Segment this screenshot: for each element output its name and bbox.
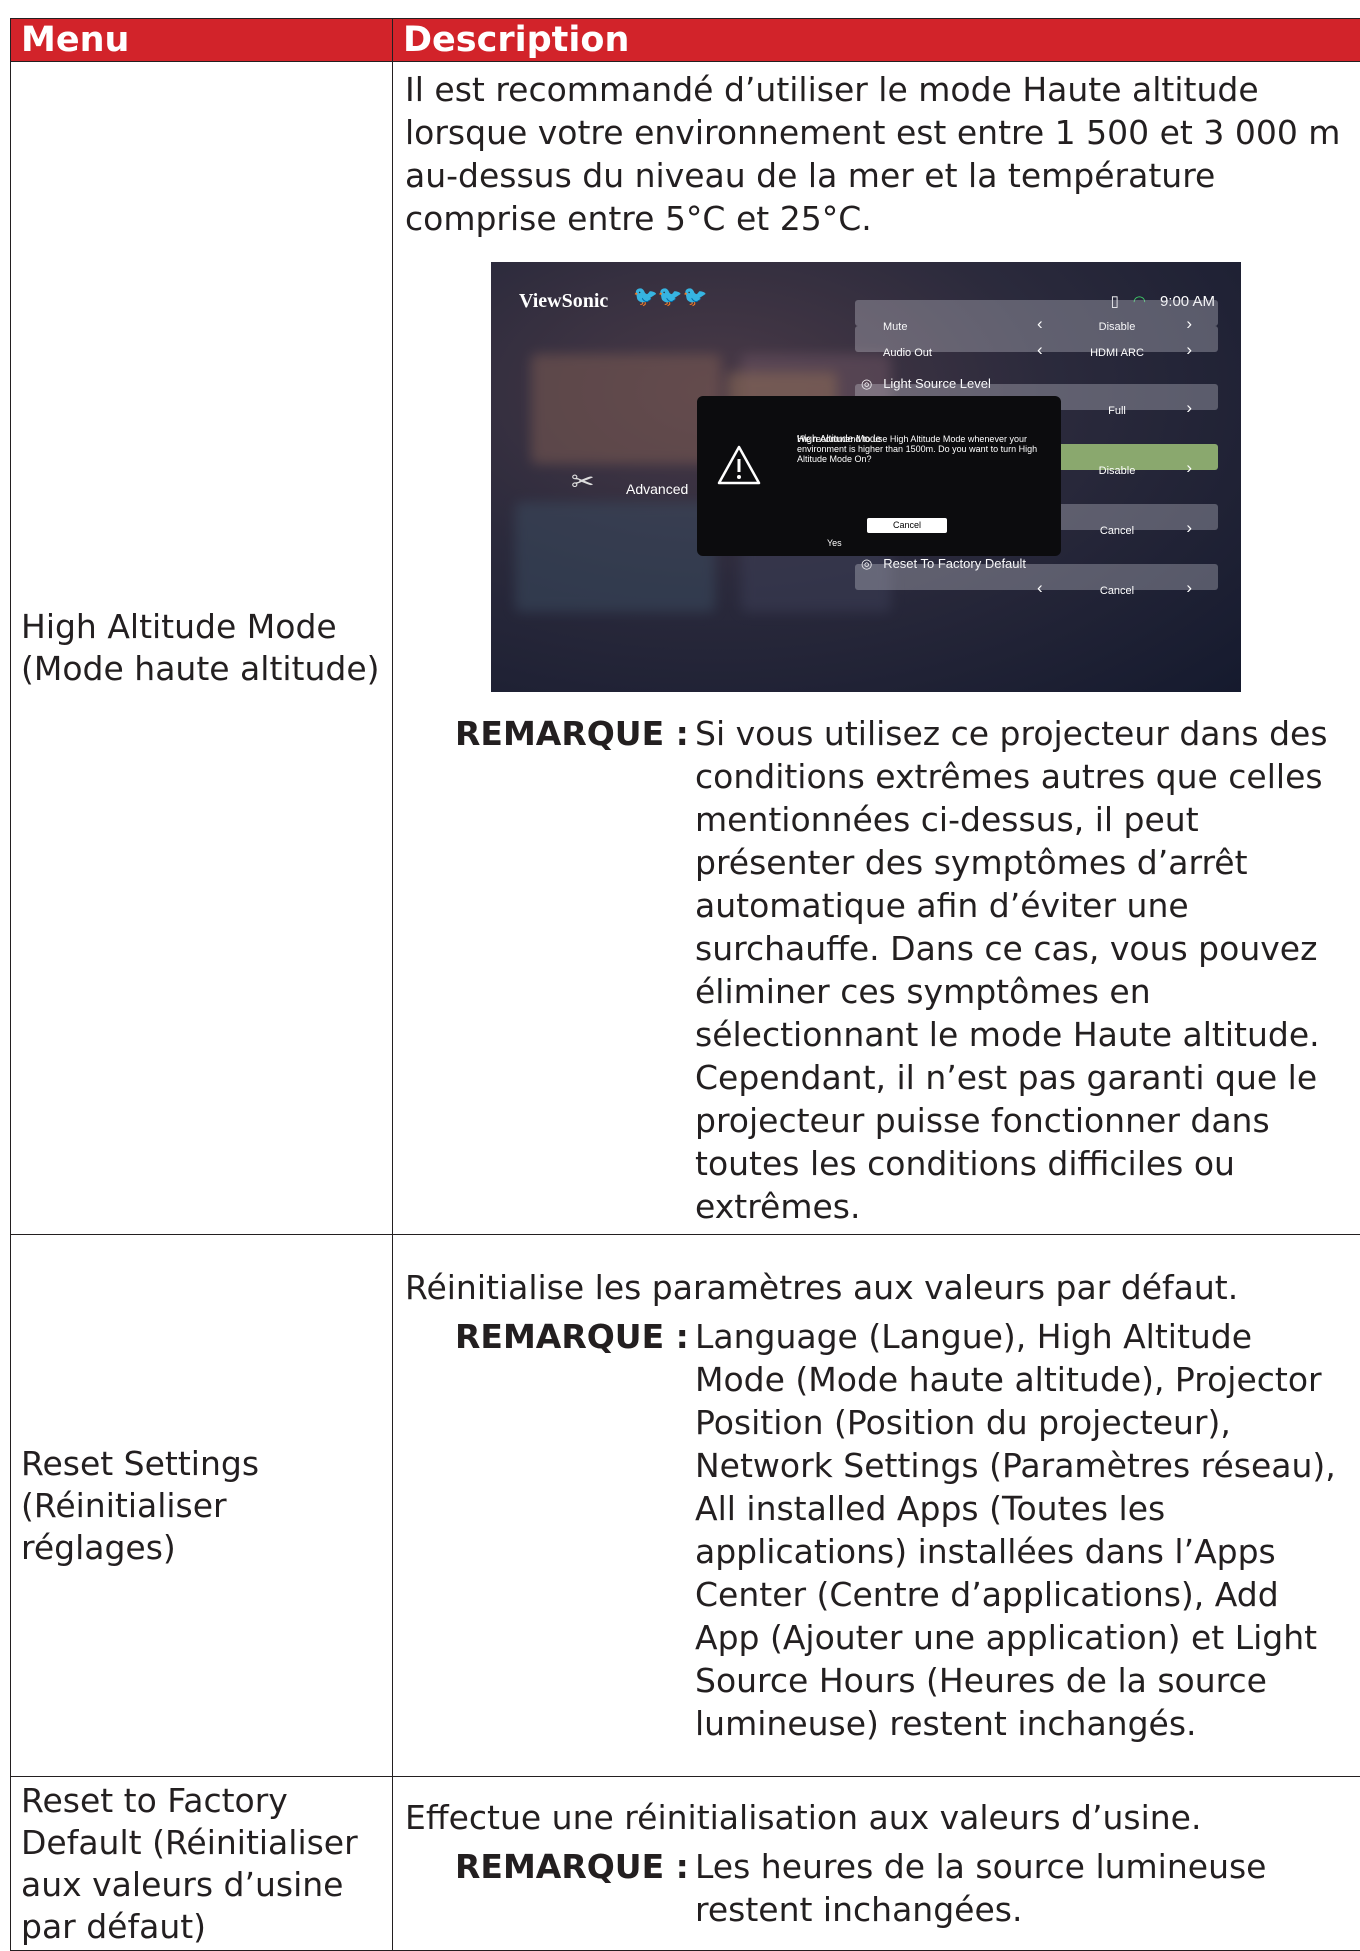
description-cell: Effectue une réinitialisation aux valeur… <box>393 1777 1360 1951</box>
menu-cell: Reset Settings (Réinitialiser réglages) <box>11 1235 393 1777</box>
cancel-button: Cancel <box>867 518 947 533</box>
note-text: Language (Langue), High Altitude Mode (M… <box>695 1315 1352 1745</box>
table-header-row: Menu Description <box>11 19 1360 62</box>
chevron-left-icon: ‹ <box>1037 328 1043 371</box>
note-text: Si vous utilisez ce projecteur dans des … <box>695 712 1352 1228</box>
dialog-body: We recommend to use High Altitude Mode w… <box>797 434 1047 464</box>
chevron-right-icon: › <box>1186 566 1192 609</box>
high-altitude-dialog: High Altitude Mode We recommend to use H… <box>697 396 1061 556</box>
table-row: Reset Settings (Réinitialiser réglages) … <box>11 1235 1360 1777</box>
column-header-menu: Menu <box>11 19 393 62</box>
tools-icon: ✂ <box>571 460 594 503</box>
description-cell: Réinitialise les paramètres aux valeurs … <box>393 1235 1360 1777</box>
note-text: Les heures de la source lumineuse resten… <box>695 1845 1352 1931</box>
note-label: REMARQUE : <box>405 1845 695 1931</box>
viewsonic-logo: ViewSonic <box>519 280 608 323</box>
description-text: Effectue une réinitialisation aux valeur… <box>405 1796 1352 1839</box>
column-header-description: Description <box>393 19 1360 62</box>
description-text: Réinitialise les paramètres aux valeurs … <box>405 1266 1352 1309</box>
high-altitude-screenshot: ViewSonic 🐦🐦🐦 ▯ ◠ 9:00 AM Mute ‹ Disable… <box>491 262 1241 692</box>
settings-table: Menu Description High Altitude Mode (Mod… <box>10 18 1360 1951</box>
chevron-right-icon: › <box>1186 446 1192 489</box>
chevron-right-icon: › <box>1186 386 1192 429</box>
description-cell: Il est recommandé d’utiliser le mode Hau… <box>393 62 1360 1235</box>
note: REMARQUE : Si vous utilisez ce projecteu… <box>405 712 1352 1228</box>
chevron-right-icon: › <box>1186 506 1192 549</box>
yes-button: Yes <box>827 522 842 565</box>
mute-row: Mute ‹ Disable › <box>855 300 1218 326</box>
birds-logo-icon: 🐦🐦🐦 <box>633 276 708 319</box>
table-row: Reset to Factory Default (Réinitialiser … <box>11 1777 1360 1951</box>
chevron-left-icon: ‹ <box>1037 566 1043 609</box>
description-text: Il est recommandé d’utiliser le mode Hau… <box>405 68 1352 240</box>
reset-factory-row: ‹ Cancel › <box>855 564 1218 590</box>
menu-cell: High Altitude Mode (Mode haute altitude) <box>11 62 393 1235</box>
warning-icon <box>715 442 763 490</box>
note-label: REMARQUE : <box>405 712 695 1228</box>
menu-cell: Reset to Factory Default (Réinitialiser … <box>11 1777 393 1951</box>
note: REMARQUE : Language (Langue), High Altit… <box>405 1315 1352 1745</box>
note-label: REMARQUE : <box>405 1315 695 1745</box>
advanced-label: Advanced <box>626 468 688 511</box>
chevron-right-icon: › <box>1186 328 1192 371</box>
audio-out-row: Audio Out ‹ HDMI ARC › <box>855 326 1218 352</box>
table-row: High Altitude Mode (Mode haute altitude)… <box>11 62 1360 1235</box>
note: REMARQUE : Les heures de la source lumin… <box>405 1845 1352 1931</box>
